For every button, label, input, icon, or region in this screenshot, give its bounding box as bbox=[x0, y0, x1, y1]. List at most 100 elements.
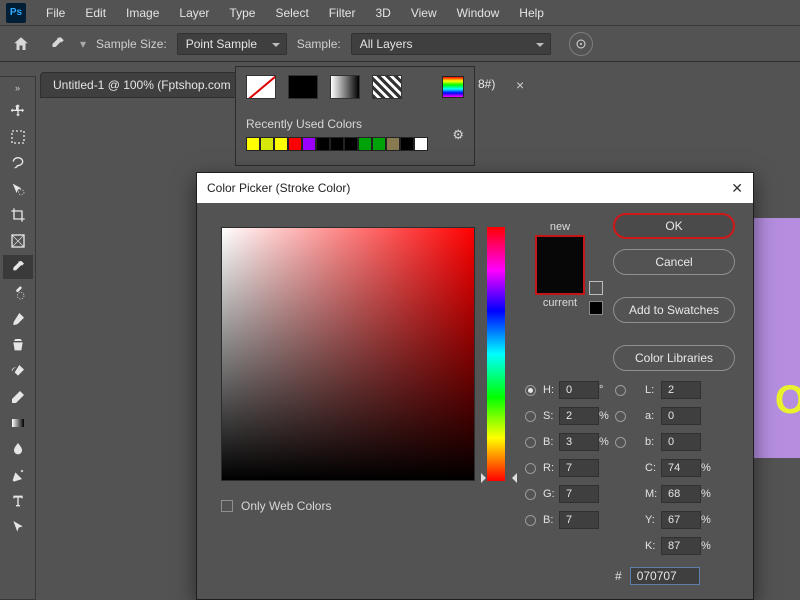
recent-swatch[interactable] bbox=[330, 137, 344, 151]
sample-size-select[interactable]: Point Sample bbox=[177, 33, 287, 55]
ok-button[interactable]: OK bbox=[613, 213, 735, 239]
menu-window[interactable]: Window bbox=[449, 3, 508, 23]
input-h[interactable]: 0 bbox=[559, 381, 599, 399]
sample-ring-icon[interactable] bbox=[569, 32, 593, 56]
nearest-color-swatch[interactable] bbox=[589, 301, 603, 315]
input-a[interactable]: 0 bbox=[661, 407, 701, 425]
menu-view[interactable]: View bbox=[403, 3, 445, 23]
swatch-none[interactable] bbox=[246, 75, 276, 99]
input-y[interactable]: 67 bbox=[661, 511, 701, 529]
menu-help[interactable]: Help bbox=[511, 3, 552, 23]
label-lab-b: b: bbox=[645, 436, 661, 448]
input-s[interactable]: 2 bbox=[559, 407, 599, 425]
recent-swatch[interactable] bbox=[358, 137, 372, 151]
input-l[interactable]: 2 bbox=[661, 381, 701, 399]
close-icon[interactable]: ✕ bbox=[731, 180, 743, 197]
radio-a[interactable] bbox=[615, 411, 626, 422]
color-libraries-button[interactable]: Color Libraries bbox=[613, 345, 735, 371]
input-hex[interactable]: 070707 bbox=[630, 567, 700, 585]
label-y: Y: bbox=[645, 514, 661, 526]
recent-swatch[interactable] bbox=[400, 137, 414, 151]
gear-icon[interactable]: ⚙ bbox=[452, 127, 464, 143]
recent-swatch[interactable] bbox=[274, 137, 288, 151]
recent-swatch[interactable] bbox=[260, 137, 274, 151]
swatch-gradient[interactable] bbox=[330, 75, 360, 99]
dialog-title: Color Picker (Stroke Color) bbox=[207, 181, 350, 195]
only-web-colors-checkbox[interactable] bbox=[221, 500, 233, 512]
eyedropper-icon[interactable] bbox=[3, 255, 33, 279]
home-button[interactable] bbox=[8, 31, 34, 57]
quick-select-icon[interactable] bbox=[3, 177, 33, 201]
input-r[interactable]: 7 bbox=[559, 459, 599, 477]
current-color-swatch bbox=[537, 265, 583, 293]
spot-heal-icon[interactable] bbox=[3, 281, 33, 305]
label-bc: B: bbox=[543, 514, 559, 526]
menu-image[interactable]: Image bbox=[118, 3, 167, 23]
tool-preset-eyedropper-icon[interactable] bbox=[44, 31, 70, 57]
radio-b[interactable] bbox=[525, 437, 536, 448]
crop-icon[interactable] bbox=[3, 203, 33, 227]
dialog-titlebar[interactable]: Color Picker (Stroke Color) ✕ bbox=[197, 173, 753, 203]
menu-edit[interactable]: Edit bbox=[77, 3, 114, 23]
sample-select[interactable]: All Layers bbox=[351, 33, 551, 55]
recent-swatch[interactable] bbox=[316, 137, 330, 151]
recent-swatch[interactable] bbox=[246, 137, 260, 151]
radio-g[interactable] bbox=[525, 489, 536, 500]
radio-lab-b[interactable] bbox=[615, 437, 626, 448]
saturation-brightness-field[interactable] bbox=[221, 227, 475, 481]
input-b[interactable]: 3 bbox=[559, 433, 599, 451]
pen-icon[interactable] bbox=[3, 463, 33, 487]
close-icon[interactable]: × bbox=[516, 77, 524, 93]
history-brush-icon[interactable] bbox=[3, 359, 33, 383]
radio-h[interactable] bbox=[525, 385, 536, 396]
eraser-icon[interactable] bbox=[3, 385, 33, 409]
label-l: L: bbox=[645, 384, 661, 396]
input-k[interactable]: 87 bbox=[661, 537, 701, 555]
move-icon[interactable] bbox=[3, 99, 33, 123]
blur-icon[interactable] bbox=[3, 437, 33, 461]
radio-r[interactable] bbox=[525, 463, 536, 474]
input-c[interactable]: 74 bbox=[661, 459, 701, 477]
rect-marquee-icon[interactable] bbox=[3, 125, 33, 149]
lasso-icon[interactable] bbox=[3, 151, 33, 175]
recent-swatch[interactable] bbox=[288, 137, 302, 151]
toolbox-expand-icon[interactable]: » bbox=[15, 83, 20, 97]
radio-s[interactable] bbox=[525, 411, 536, 422]
menu-select[interactable]: Select bbox=[267, 3, 316, 23]
menu-type[interactable]: Type bbox=[221, 3, 263, 23]
gradient-icon[interactable] bbox=[3, 411, 33, 435]
input-g[interactable]: 7 bbox=[559, 485, 599, 503]
input-lab-b[interactable]: 0 bbox=[661, 433, 701, 451]
radio-l[interactable] bbox=[615, 385, 626, 396]
frame-icon[interactable] bbox=[3, 229, 33, 253]
hue-slider[interactable] bbox=[487, 227, 505, 481]
menu-file[interactable]: File bbox=[38, 3, 73, 23]
recent-swatch[interactable] bbox=[372, 137, 386, 151]
recent-swatch[interactable] bbox=[344, 137, 358, 151]
document-tab[interactable]: Untitled-1 @ 100% (Fptshop.com bbox=[40, 72, 244, 98]
label-m: M: bbox=[645, 488, 661, 500]
add-swatches-button[interactable]: Add to Swatches bbox=[613, 297, 735, 323]
swatch-solid[interactable] bbox=[288, 75, 318, 99]
color-preview[interactable] bbox=[535, 235, 585, 295]
brush-icon[interactable] bbox=[3, 307, 33, 331]
color-spectrum-icon[interactable] bbox=[442, 76, 464, 98]
recent-swatch[interactable] bbox=[414, 137, 428, 151]
type-icon[interactable] bbox=[3, 489, 33, 513]
color-picker-dialog: Color Picker (Stroke Color) ✕ new curren… bbox=[196, 172, 754, 600]
radio-bc[interactable] bbox=[525, 515, 536, 526]
clone-icon[interactable] bbox=[3, 333, 33, 357]
new-color-swatch bbox=[537, 237, 583, 265]
unit-pct5: % bbox=[701, 514, 717, 526]
input-m[interactable]: 68 bbox=[661, 485, 701, 503]
swatch-pattern[interactable] bbox=[372, 75, 402, 99]
recent-swatch[interactable] bbox=[302, 137, 316, 151]
path-select-icon[interactable] bbox=[3, 515, 33, 539]
menu-filter[interactable]: Filter bbox=[321, 3, 364, 23]
input-bc[interactable]: 7 bbox=[559, 511, 599, 529]
websafe-warning-icon[interactable] bbox=[589, 281, 603, 295]
menu-3d[interactable]: 3D bbox=[367, 3, 398, 23]
cancel-button[interactable]: Cancel bbox=[613, 249, 735, 275]
recent-swatch[interactable] bbox=[386, 137, 400, 151]
menu-layer[interactable]: Layer bbox=[171, 3, 217, 23]
